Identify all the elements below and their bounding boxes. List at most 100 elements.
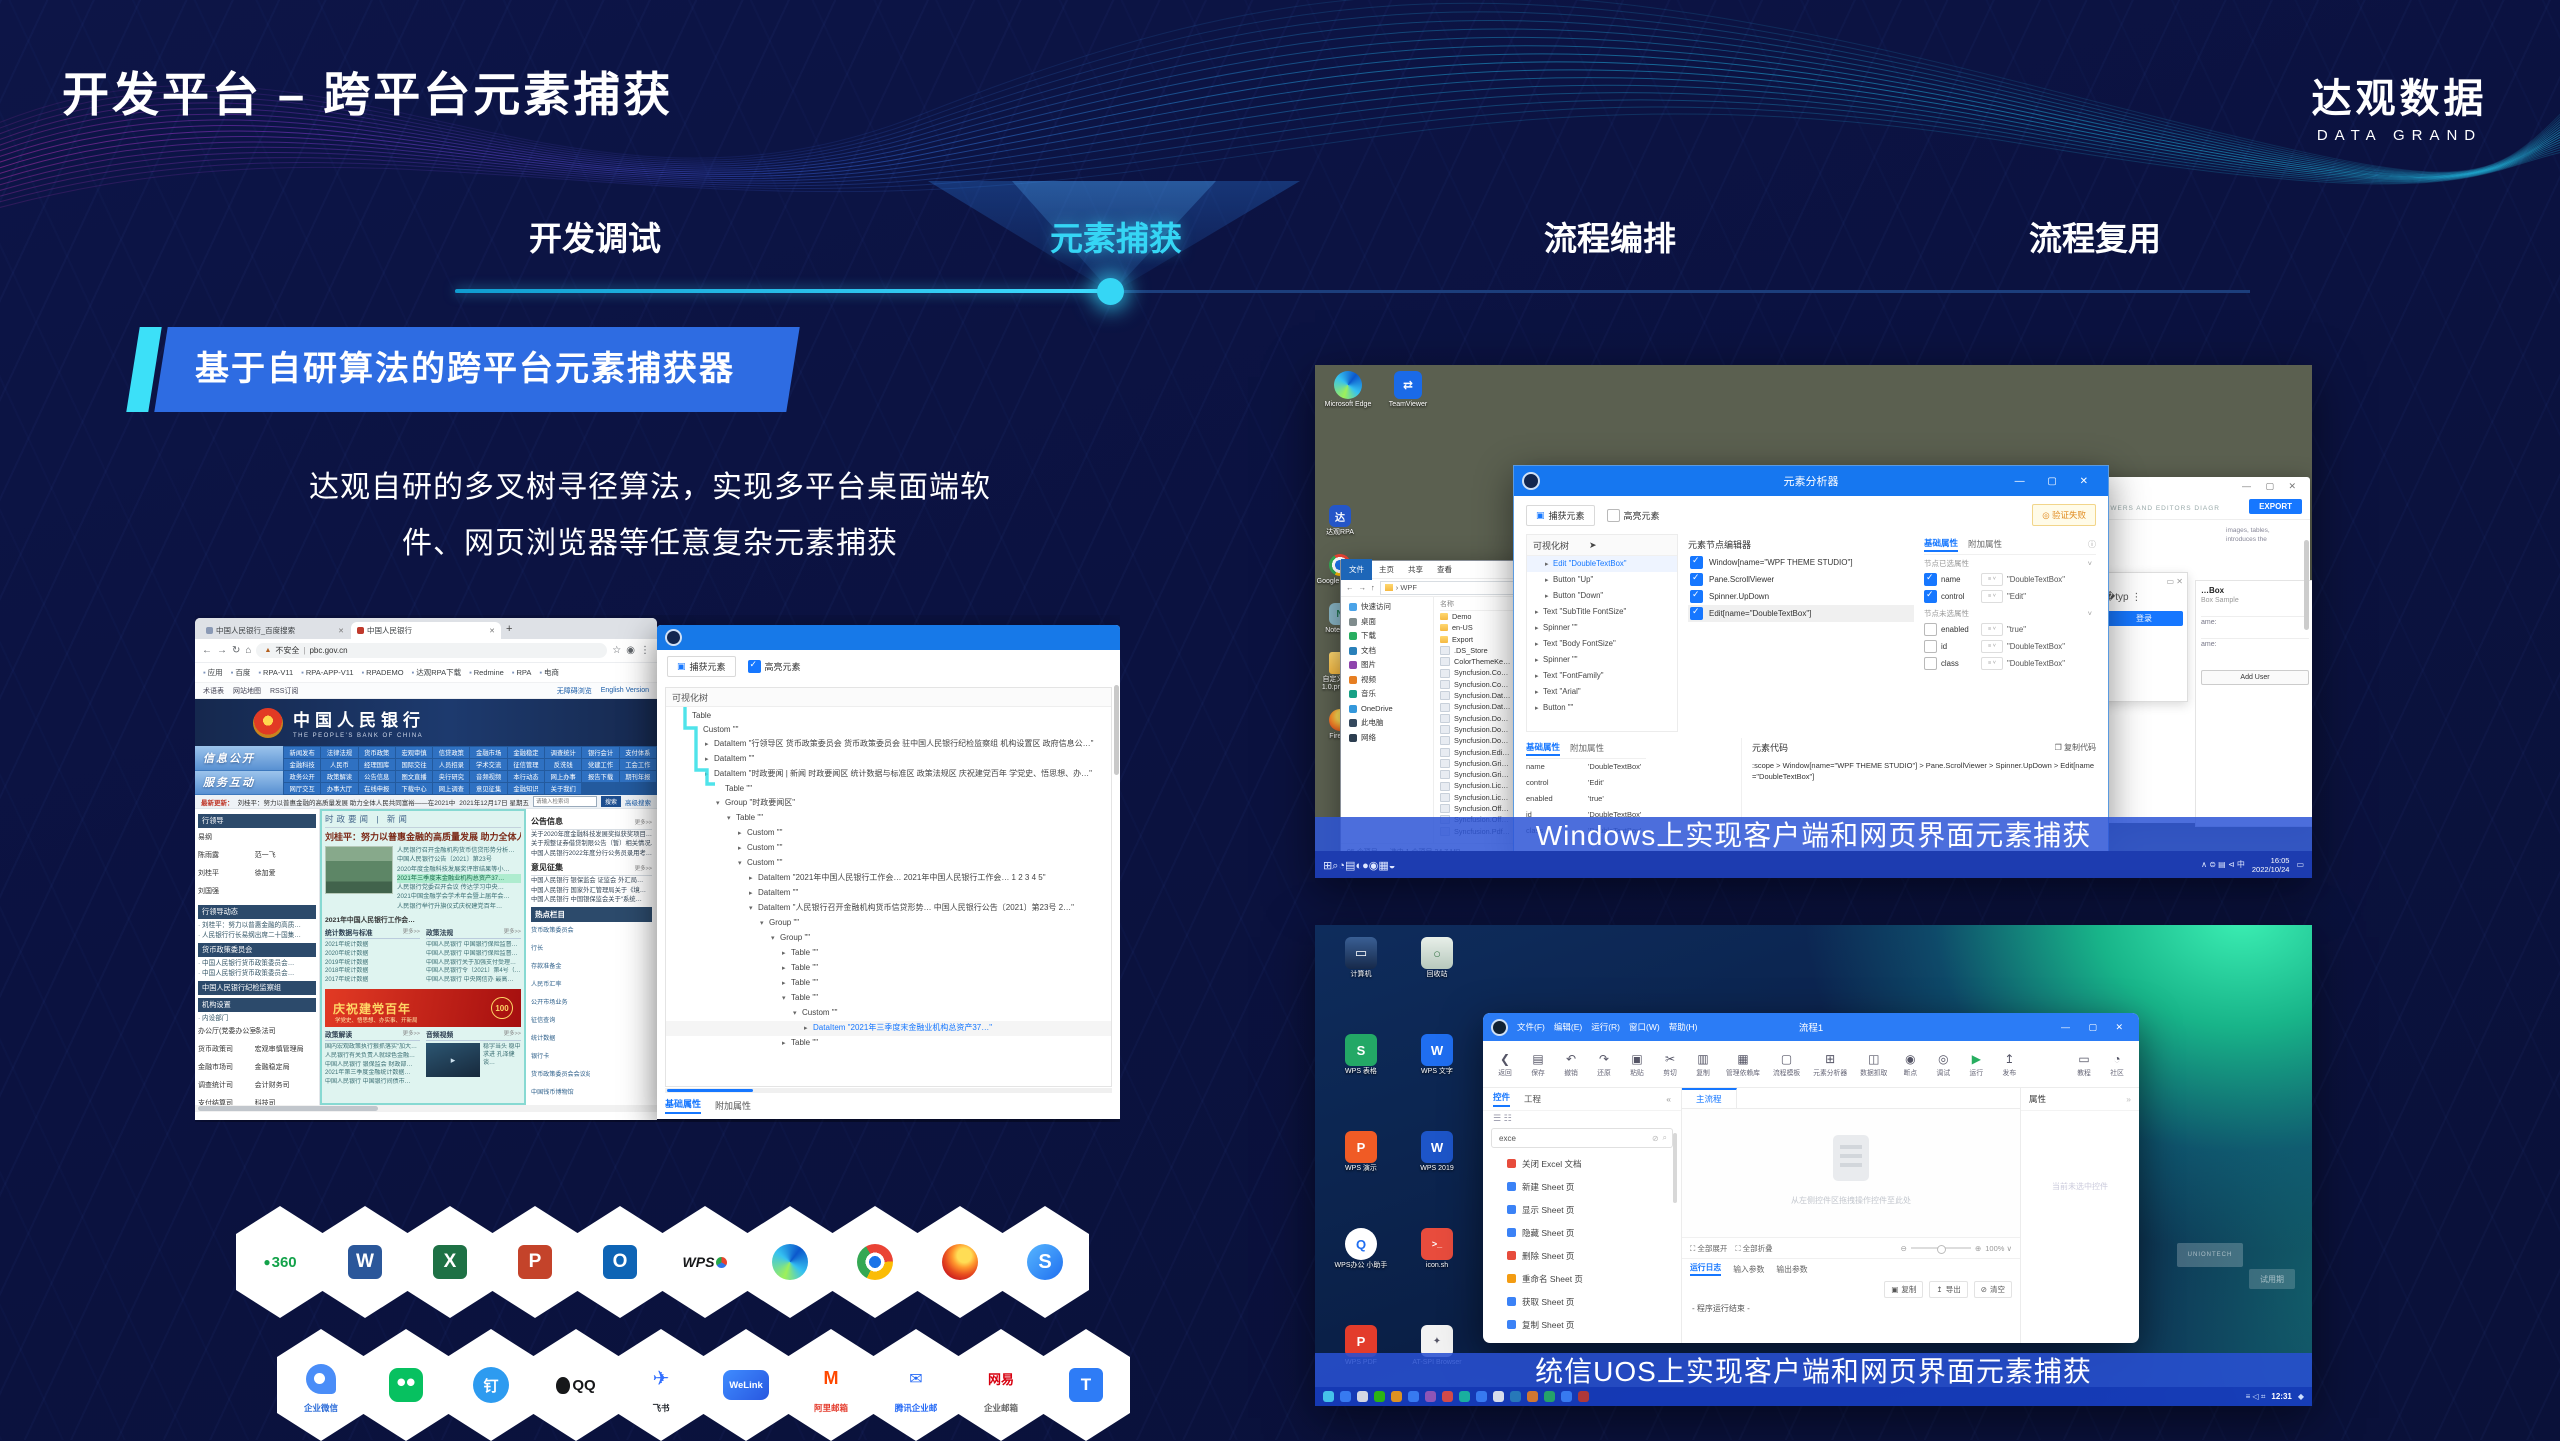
tab-main-flow[interactable]: 主流程 — [1682, 1088, 1737, 1108]
pboc-nav-link[interactable]: 政策解读 — [321, 771, 357, 782]
pboc-nav-link[interactable]: 法律法规 — [321, 747, 357, 758]
pboc-sidebar-item[interactable]: 内设部门 — [198, 1014, 316, 1024]
checkbox-checked-icon[interactable] — [1690, 607, 1703, 620]
desktop-icon[interactable]: ▭ 计算机 — [1325, 937, 1397, 1034]
toolbar-button[interactable]: ✂剪切 — [1660, 1052, 1680, 1077]
login-button[interactable]: 登录 — [2105, 611, 2183, 626]
video-thumbnail[interactable]: ▸ — [426, 1043, 480, 1077]
bookmark-item[interactable]: RPA-APP-V11 — [301, 668, 353, 677]
tree-row[interactable]: ▾Table "" — [666, 811, 1111, 826]
tree-row[interactable]: ▾Custom "" — [666, 1006, 1111, 1021]
app-hexagon[interactable]: T — [1042, 1329, 1130, 1441]
pboc-sidebar-item[interactable]: 刘国强 — [198, 887, 255, 897]
tree-row[interactable]: ▸DataItem "" — [666, 886, 1111, 901]
tree-arrow-icon[interactable]: ▾ — [771, 932, 780, 946]
stats-item[interactable]: 2017年统计数据 — [325, 976, 420, 985]
prop-checkbox[interactable] — [1924, 657, 1937, 670]
tree-arrow-icon[interactable]: ▸ — [705, 768, 714, 782]
app-hexagon[interactable]: M 阿里邮箱 — [787, 1329, 875, 1441]
tree-row[interactable]: ▸Text "Arial" — [1527, 684, 1677, 700]
taskbar-icon[interactable] — [1493, 1391, 1504, 1402]
taskbar-icon[interactable]: ● — [1362, 860, 1369, 872]
pboc-sidebar-item[interactable]: 金融市场司 — [198, 1063, 255, 1073]
menu-view[interactable]: 查看 — [1430, 564, 1459, 575]
tree-row[interactable]: ▸DataItem "行领导区 货币政策委员会 货币政策委员会 驻中国人民银行纪… — [666, 737, 1111, 752]
control-item[interactable]: 删除 Sheet 页 — [1483, 1244, 1681, 1267]
close-tab-icon[interactable]: ✕ — [338, 627, 344, 635]
pboc-nav-link[interactable]: 新闻发布 — [284, 747, 320, 758]
tree-row[interactable]: ▾Custom "" — [666, 856, 1111, 871]
app-hexagon[interactable]: 钉 — [447, 1329, 535, 1441]
pboc-nav-link[interactable]: 图文直播 — [396, 771, 432, 782]
node-row[interactable]: Spinner.UpDown — [1688, 588, 1914, 605]
node-row[interactable]: Edit[name="DoubleTextBox"] — [1688, 605, 1914, 622]
pboc-right-row[interactable]: 行长 — [531, 944, 590, 953]
pboc-right-row[interactable]: 货币政策委员会 — [531, 926, 590, 935]
pboc-sidebar-item[interactable]: 会计财务司 — [255, 1081, 312, 1091]
bookmark-item[interactable]: 电商 — [539, 667, 559, 678]
taskbar-icon[interactable] — [1425, 1391, 1436, 1402]
refresh-icon[interactable]: ↻ — [232, 645, 240, 656]
desktop-icon[interactable]: Microsoft Edge — [1321, 371, 1375, 409]
tab-extra-props[interactable]: 附加属性 — [715, 1099, 751, 1112]
pboc-right-row[interactable]: 人民币汇率 — [531, 980, 590, 989]
bell-icon[interactable]: ◆ — [2298, 1392, 2304, 1401]
app-hexagon[interactable]: W — [321, 1206, 409, 1318]
taskbar-icon[interactable] — [1578, 1391, 1589, 1402]
node-row[interactable]: Window[name="WPF THEME STUDIO"] — [1688, 554, 1914, 571]
explorer-nav-item[interactable]: 快速访问 — [1341, 600, 1433, 615]
tab-controls[interactable]: 控件 — [1493, 1091, 1510, 1107]
pboc-nav-link[interactable]: 网上办事 — [545, 771, 581, 782]
policy-item[interactable]: 中国人民银行 中国银行保险监督… — [426, 950, 521, 959]
pboc-sidebar-item[interactable]: 刘桂平 — [198, 869, 255, 879]
element-code[interactable]: :scope > Window[name="WPF THEME STUDIO"]… — [1752, 756, 2096, 782]
pboc-right-row[interactable]: 统计数据 — [531, 1034, 590, 1043]
export-button[interactable]: EXPORT — [2249, 499, 2302, 514]
zoom-out-icon[interactable]: ⊖ — [1901, 1244, 1907, 1253]
bookmark-item[interactable]: Redmine — [469, 668, 504, 677]
pboc-right-row[interactable]: 中国人民银行2022年度分行公务员录用考… — [531, 849, 652, 858]
log-tab[interactable]: 运行日志 — [1690, 1262, 1721, 1276]
up-icon[interactable]: ↑ — [1371, 583, 1375, 592]
menu-icon[interactable]: ⋮ — [640, 645, 650, 656]
tree-arrow-icon[interactable]: ▸ — [705, 738, 714, 752]
explorer-nav-item[interactable]: 音乐 — [1341, 687, 1433, 702]
tree-row[interactable]: Table "" — [666, 782, 1111, 796]
pboc-right-row[interactable]: 热点栏目 — [531, 907, 652, 922]
app-hexagon[interactable]: 企业微信 — [277, 1329, 365, 1441]
horizontal-scrollbar[interactable] — [665, 1088, 1112, 1093]
stage-tab[interactable]: 流程编排 — [1544, 212, 1676, 260]
analyzer-titlebar[interactable]: 元素分析器 — ▢ ✕ — [1514, 466, 2108, 496]
toolbar-button[interactable]: ▶运行 — [1966, 1052, 1986, 1077]
tree-arrow-icon[interactable]: ▾ — [782, 992, 791, 1006]
pboc-sidebar-item[interactable]: 宏观审慎管理局 — [255, 1045, 312, 1055]
pboc-right-row[interactable]: 征信查询 — [531, 1016, 590, 1025]
verify-failed-button[interactable]: ◎ 验证失败 — [2032, 504, 2096, 526]
app-hexagon[interactable]: WeLink — [702, 1329, 790, 1441]
app-hexagon[interactable]: 网易 企业邮箱 — [957, 1329, 1045, 1441]
tree-arrow-icon[interactable]: ▸ — [749, 872, 758, 886]
pboc-nav-link[interactable]: 人民币 — [321, 759, 357, 770]
toolbar-button[interactable]: ◉断点 — [1900, 1052, 1920, 1077]
desktop-icon[interactable]: 达 达观RPA — [1315, 505, 1365, 537]
bookmark-item[interactable]: 术语表 — [203, 686, 224, 696]
zoom-level[interactable]: 100% ∨ — [1985, 1244, 2012, 1253]
pboc-right-row[interactable]: 关于2020年度金融科技发展奖拟获奖项目… — [531, 830, 652, 839]
pboc-sidebar-item[interactable]: 人民银行行长易纲出席二十国集… — [198, 931, 316, 941]
pboc-sidebar-item[interactable]: 条法司 — [255, 1027, 312, 1037]
tab-extra-props[interactable]: 附加属性 — [1570, 742, 1604, 754]
more-link[interactable]: 更多>> — [504, 1029, 521, 1039]
pboc-sidebar-item[interactable]: 中国人民银行货币政策委员会… — [198, 959, 316, 969]
tree-row[interactable]: ▸Button "Down" — [1527, 588, 1677, 604]
tree-row[interactable]: ▾DataItem "人民银行召开金融机构货币信贷形势… 中国人民银行公告〔20… — [666, 901, 1111, 916]
tree-row[interactable]: ▸Table "" — [666, 976, 1111, 991]
toolbar-button[interactable]: ▢流程模板 — [1773, 1052, 1800, 1077]
accessibility-link[interactable]: 无障碍浏览 — [557, 686, 592, 696]
prop-checkbox[interactable] — [1924, 623, 1937, 636]
pboc-right-row[interactable]: 银行卡 — [531, 1052, 590, 1061]
checkbox-checked-icon[interactable] — [748, 660, 761, 673]
app-hexagon[interactable] — [746, 1206, 834, 1318]
collapse-all-button[interactable]: ⛶ 全部折叠 — [1735, 1243, 1772, 1254]
pboc-right-row[interactable]: 中国钱币博物馆 — [531, 1088, 590, 1097]
pboc-sidebar-item[interactable]: 金融稳定局 — [255, 1063, 312, 1073]
